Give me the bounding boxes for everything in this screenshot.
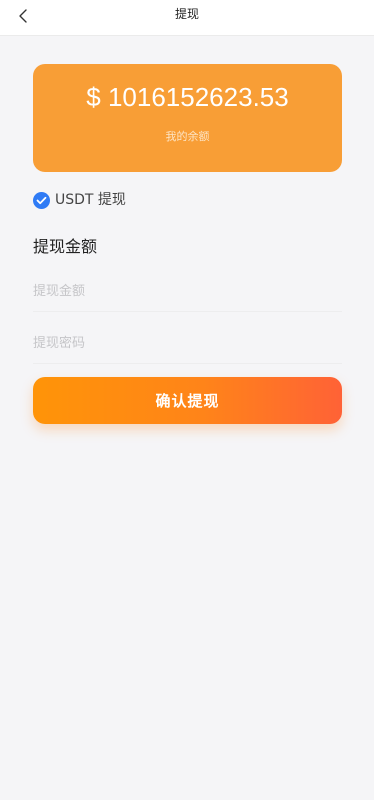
page-title: 提现 (174, 7, 199, 21)
checkmark-circle-icon[interactable] (33, 191, 50, 209)
password-field-wrapper (33, 324, 342, 364)
amount-field-wrapper (33, 272, 342, 312)
back-button[interactable] (8, 3, 38, 33)
withdraw-page: 提现 $ 1016152623.53 我的余额 USDT 提现 提现金额 确认提… (0, 0, 374, 800)
header-bar: 提现 (0, 0, 374, 36)
amount-input[interactable] (33, 272, 342, 310)
amount-section-title: 提现金额 (33, 237, 98, 256)
password-input[interactable] (33, 324, 342, 362)
balance-amount: $ 1016152623.53 (86, 82, 289, 112)
usdt-withdraw-label: USDT 提现 (55, 192, 126, 208)
confirm-withdraw-button[interactable]: 确认提现 (33, 377, 342, 424)
balance-card: $ 1016152623.53 我的余额 (33, 64, 342, 172)
balance-caption: 我的余额 (165, 130, 210, 143)
chevron-left-icon (17, 8, 29, 28)
usdt-withdraw-option[interactable]: USDT 提现 (33, 190, 126, 210)
